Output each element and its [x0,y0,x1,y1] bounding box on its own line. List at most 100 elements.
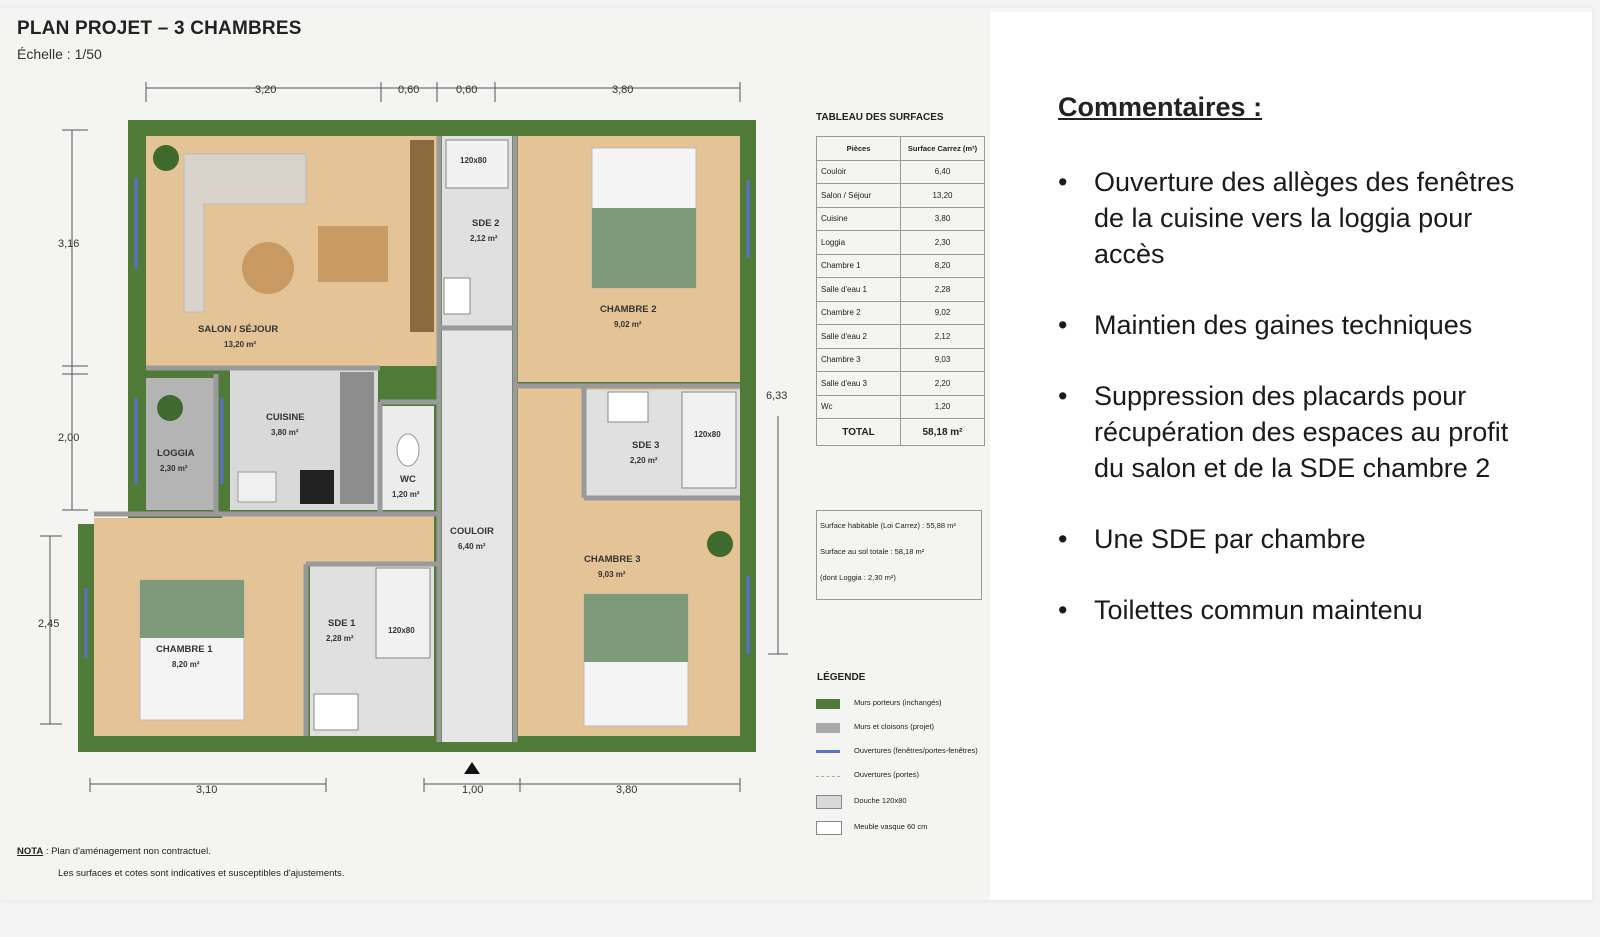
legend-item: Douche 120x80 [816,794,996,810]
legend-item: Murs et cloisons (projet) [816,720,996,736]
list-item: • Ouverture des allèges des fenêtres de l… [1058,164,1528,272]
comments-list: • Ouverture des allèges des fenêtres de l… [1058,164,1528,663]
table-cell: 2,12 [900,324,985,349]
comments-title: Commentaires : [1058,92,1263,122]
summary-habitable: Surface habitable (Loi Carrez) : 55,88 m… [820,521,956,530]
table-cell: 9,02 [900,300,985,325]
summary-loggia: (dont Loggia : 2,30 m²) [820,573,896,582]
dim-left-1: 3,16 [58,238,80,250]
room-area-sde2: 2,12 m² [470,234,498,243]
shower-label-sde1: 120x80 [388,626,415,635]
surfaces-table: Pièces Surface Carrez (m²) Couloir 6,40 S… [816,136,985,446]
list-item: • Une SDE par chambre [1058,521,1528,557]
legend-swatch [816,723,840,733]
room-area-sde3: 2,20 m² [630,456,658,465]
room-area-cuisine: 3,80 m² [271,428,299,437]
room-label-salon: SALON / SÉJOUR [198,324,279,335]
table-cell: Salle d'eau 3 [816,371,901,396]
surfaces-title: TABLEAU DES SURFACES [816,112,944,123]
plan-panel: PLAN PROJET – 3 CHAMBRES Échelle : 1/50 [0,8,990,900]
room-area-salon: 13,20 m² [224,340,257,349]
comment-text: Suppression des placards pour récupérati… [1094,381,1509,483]
comments-panel: Commentaires : • Ouverture des allèges de… [990,12,1592,900]
table-row: Cuisine 3,80 [816,206,985,231]
legend-label: Murs et cloisons (projet) [854,722,935,731]
dim-top-2: 0,60 [398,84,420,96]
dim-bottom-3: 3,80 [616,784,638,796]
legend-item: Murs porteurs (inchangés) [816,696,996,712]
right-dimension-line [768,416,788,655]
list-item: • Maintien des gaines techniques [1058,307,1528,343]
table-row: Salle d'eau 2 2,12 [816,324,985,349]
bottom-dimension-lines [89,778,741,792]
comment-text: Ouverture des allèges des fenêtres de la… [1094,167,1515,269]
table-cell: Salle d'eau 2 [816,324,901,349]
bullet-icon: • [1058,381,1068,411]
slide-card: PLAN PROJET – 3 CHAMBRES Échelle : 1/50 [0,8,1592,900]
legend-item: Ouvertures (fenêtres/portes-fenêtres) [816,744,996,760]
table-row: Chambre 2 9,02 [816,300,985,325]
room-label-sde1: SDE 1 [328,618,356,629]
table-total-label: TOTAL [816,418,901,446]
summary-total: Surface au sol totale : 58,18 m² [820,547,925,556]
table-row: Salle d'eau 3 2,20 [816,371,985,396]
table-cell: 8,20 [900,253,985,278]
legend-label: Ouvertures (portes) [854,770,920,779]
bullet-icon: • [1058,167,1068,197]
dim-top-3: 0,60 [456,84,478,96]
room-label-wc: WC [400,474,416,485]
table-cell: Salon / Séjour [816,183,901,208]
room-label-chambre3: CHAMBRE 3 [584,554,641,565]
legend-swatch [816,699,840,709]
bullet-icon: • [1058,524,1068,554]
room-area-sde1: 2,28 m² [326,634,354,643]
shower-label-sde2: 120x80 [460,156,487,165]
legend-item: Ouvertures (portes) [816,768,996,784]
bullet-icon: • [1058,310,1068,340]
table-cell: 2,28 [900,277,985,302]
dim-left-2: 2,00 [58,432,80,444]
table-cell: Couloir [816,159,901,184]
legend-label: Murs porteurs (inchangés) [854,698,942,707]
table-cell: Chambre 3 [816,347,901,372]
shower-label-sde3: 120x80 [694,430,721,439]
table-cell: 1,20 [900,394,985,419]
surfaces-header-piece: Pièces [816,136,901,161]
table-cell: Chambre 2 [816,300,901,325]
legend-swatch [816,821,842,835]
toilet-icon [396,433,420,467]
legend-label: Douche 120x80 [854,796,907,805]
room-area-chambre2: 9,02 m² [614,320,642,329]
room-area-wc: 1,20 m² [392,490,420,499]
table-row: Chambre 3 9,03 [816,347,985,372]
dim-top-1: 3,20 [255,84,277,96]
entrance-arrow-icon [464,762,480,774]
table-row: Salon / Séjour 13,20 [816,183,985,208]
table-total-row: TOTAL 58,18 m² [816,418,985,446]
chambre1-floor-ext [222,516,434,564]
legend-label: Ouvertures (fenêtres/portes-fenêtres) [854,746,978,755]
surfaces-header-surface: Surface Carrez (m²) [900,136,985,161]
top-dimension-lines [145,82,741,102]
table-cell: 3,80 [900,206,985,231]
list-item: • Toilettes commun maintenu [1058,592,1528,628]
table-cell: 13,20 [900,183,985,208]
table-cell: 9,03 [900,347,985,372]
table-cell: 6,40 [900,159,985,184]
room-label-couloir: COULOIR [450,526,494,537]
loggia-floor [146,378,216,510]
table-cell: Loggia [816,230,901,255]
note: NOTA : Plan d'aménagement non contractue… [17,846,211,857]
legend-label: Meuble vasque 60 cm [854,822,928,831]
dim-right: 6,33 [766,390,788,402]
table-cell: Cuisine [816,206,901,231]
room-area-couloir: 6,40 m² [458,542,486,551]
table-total-value: 58,18 m² [900,418,985,446]
table-cell: 2,30 [900,230,985,255]
note-line1: : Plan d'aménagement non contractuel. [45,846,211,857]
table-cell: Wc [816,394,901,419]
dim-left-3: 2,45 [38,618,60,630]
room-area-chambre3: 9,03 m² [598,570,626,579]
table-cell: Chambre 1 [816,253,901,278]
room-label-chambre1: CHAMBRE 1 [156,644,213,655]
